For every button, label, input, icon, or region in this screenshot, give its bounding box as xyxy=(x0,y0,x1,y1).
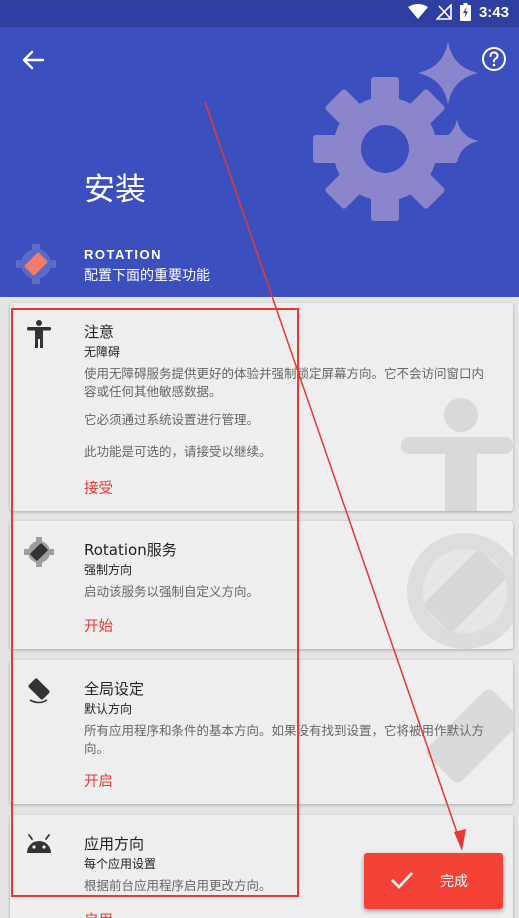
app-name: ROTATION xyxy=(84,247,162,262)
card-subtitle: 每个应用设置 xyxy=(84,857,157,871)
battery-icon xyxy=(459,3,471,21)
card-title: 应用方向 xyxy=(84,835,145,853)
card-title: Rotation服务 xyxy=(84,541,177,559)
activate-button[interactable]: 启用 xyxy=(84,909,113,918)
app-subtitle: 配置下面的重要功能 xyxy=(84,268,210,284)
rotation-service-icon xyxy=(24,537,54,567)
check-icon xyxy=(391,872,413,889)
no-signal-icon xyxy=(435,4,452,20)
accept-button[interactable]: 接受 xyxy=(84,477,113,498)
help-icon[interactable] xyxy=(481,46,507,72)
card-description: 启动该服务以强制自定义方向。 xyxy=(84,584,260,599)
card-title: 注意 xyxy=(84,323,115,341)
enable-button[interactable]: 开启 xyxy=(84,770,113,791)
global-settings-card: 全局设定 默认方向 所有应用程序和条件的基本方向。如果没有找到设置，它将被用作默… xyxy=(10,660,513,804)
card-description: 所有应用程序和条件的基本方向。如果没有找到设置，它将被用作默认方向。 xyxy=(84,723,485,756)
done-label: 完成 xyxy=(440,874,468,890)
accessibility-icon xyxy=(27,320,51,348)
card-title: 全局设定 xyxy=(84,680,145,698)
header: 安装 ROTATION 配置下面的重要功能 xyxy=(0,27,519,297)
card-subtitle: 无障碍 xyxy=(84,345,121,359)
status-time: 3:43 xyxy=(478,3,509,21)
card-subtitle: 默认方向 xyxy=(84,702,133,716)
start-button[interactable]: 开始 xyxy=(84,615,113,636)
page-title: 安装 xyxy=(84,172,146,208)
card-description: 使用无障碍服务提供更好的体验并强制锁定屏幕方向。它不会访问窗口内容或任何其他敏感… xyxy=(84,366,485,399)
back-arrow-icon[interactable] xyxy=(18,45,48,75)
accessibility-card: 注意 无障碍 使用无障碍服务提供更好的体验并强制锁定屏幕方向。它不会访问窗口内容… xyxy=(10,303,513,511)
wifi-icon xyxy=(407,4,428,19)
done-button[interactable]: 完成 xyxy=(364,853,503,909)
rotation-service-card: Rotation服务 强制方向 启动该服务以强制自定义方向。 开始 xyxy=(10,521,513,649)
status-bar: 3:43 xyxy=(0,0,519,27)
android-icon xyxy=(27,834,51,853)
rotation-app-icon xyxy=(16,244,56,284)
content-list: 注意 无障碍 使用无障碍服务提供更好的体验并强制锁定屏幕方向。它不会访问窗口内容… xyxy=(0,297,519,918)
card-description-2: 它必须通过系统设置进行管理。 xyxy=(84,412,260,427)
phone-rotate-icon xyxy=(28,678,50,704)
card-subtitle: 强制方向 xyxy=(84,563,133,577)
card-description-3: 此功能是可选的，请接受以继续。 xyxy=(84,444,272,459)
accessibility-background-icon xyxy=(401,398,513,511)
